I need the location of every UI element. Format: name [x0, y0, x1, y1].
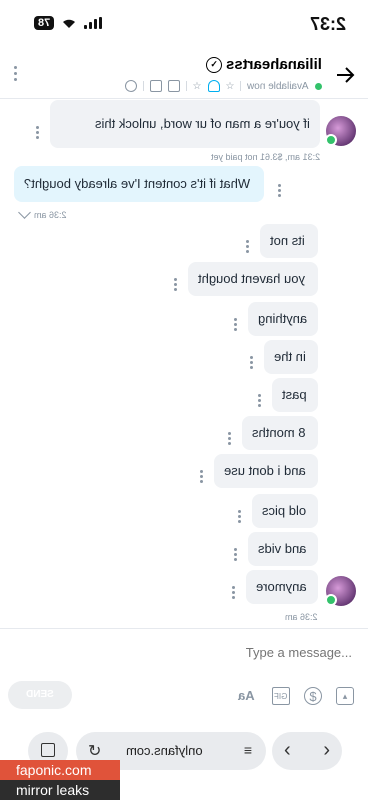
message-list: if you're a man of ur word, unlock this …	[0, 98, 368, 628]
bell-icon[interactable]	[207, 80, 220, 92]
forward-icon[interactable]: ›	[323, 739, 330, 762]
back-arrow-icon[interactable]	[334, 64, 356, 86]
message-more-icon[interactable]	[250, 356, 253, 369]
availability-status: Available now	[247, 80, 309, 92]
header-more-icon[interactable]	[14, 66, 17, 81]
message-bubble[interactable]: its not	[260, 224, 318, 258]
message-meta: 2:36 am	[34, 210, 67, 220]
user-meta: ☆ ☆ Available now	[124, 80, 322, 92]
message-more-icon[interactable]	[234, 548, 237, 561]
message-bubble[interactable]: and vids	[248, 532, 318, 566]
watermark: faponic.com mirror leaks	[0, 760, 120, 800]
message-meta: 2:36 am	[285, 612, 318, 622]
chat-header: ✓ lilianaheartss ☆ ☆ Available now	[0, 52, 368, 99]
status-icons: 78	[34, 16, 103, 30]
send-button[interactable]: SEND	[8, 681, 72, 709]
message-bubble[interactable]: 8 months	[242, 416, 318, 450]
message-bubble[interactable]: anymore	[246, 570, 318, 604]
message-bubble[interactable]: you havent bought	[188, 262, 318, 296]
message-more-icon[interactable]	[232, 586, 235, 599]
message-bubble[interactable]: in the	[264, 340, 318, 374]
signal-icon	[84, 17, 103, 29]
nav-buttons: ‹ ›	[272, 732, 342, 770]
message-composer: SEND Aa GIF $ ▴	[0, 628, 368, 729]
back-icon[interactable]: ‹	[284, 739, 291, 762]
watermark-line-1: faponic.com	[0, 760, 120, 780]
watermark-line-2: mirror leaks	[0, 780, 120, 800]
status-time: 2:37	[309, 14, 346, 34]
chevron-down-icon[interactable]	[18, 206, 31, 219]
message-more-icon[interactable]	[36, 126, 39, 139]
user-name[interactable]: ✓ lilianaheartss	[206, 56, 322, 73]
message-meta: 2:31 am, $3.61 not paid yet	[210, 152, 320, 162]
avatar[interactable]	[325, 576, 356, 606]
battery-level: 78	[38, 17, 51, 29]
image-icon[interactable]: ▴	[336, 687, 354, 705]
message-bubble[interactable]: What if it's content I've already bought…	[14, 166, 264, 202]
url-text: onlyfans.com	[126, 743, 203, 758]
gif-icon[interactable]: GIF	[272, 687, 290, 705]
text-format-icon[interactable]: Aa	[238, 687, 255, 703]
status-bar: 78 2:37	[0, 0, 368, 52]
pin-icon[interactable]: ☆	[193, 81, 202, 92]
username-label: lilianaheartss	[226, 56, 322, 73]
tag-icon[interactable]	[149, 80, 162, 92]
message-more-icon[interactable]	[234, 318, 237, 331]
page-menu-icon[interactable]: ≡	[244, 742, 252, 758]
search-icon[interactable]	[124, 80, 137, 92]
message-bubble[interactable]: past	[272, 378, 318, 412]
message-input[interactable]	[50, 639, 354, 665]
message-more-icon[interactable]	[258, 394, 261, 407]
wifi-icon	[63, 19, 76, 28]
verified-icon: ✓	[206, 56, 223, 73]
image-icon[interactable]	[167, 80, 180, 92]
avatar[interactable]	[325, 116, 356, 146]
star-icon[interactable]: ☆	[226, 81, 235, 92]
message-more-icon[interactable]	[238, 510, 241, 523]
message-more-icon[interactable]	[228, 432, 231, 445]
message-more-icon[interactable]	[246, 240, 249, 253]
reload-icon[interactable]: ↻	[88, 741, 101, 761]
message-bubble[interactable]: old pics	[252, 494, 318, 528]
message-more-icon[interactable]	[174, 278, 177, 291]
message-more-icon[interactable]	[278, 184, 281, 197]
dollar-icon[interactable]: $	[304, 687, 322, 705]
message-bubble[interactable]: anything	[248, 302, 318, 336]
message-more-icon[interactable]	[200, 470, 203, 483]
battery-icon: 78	[34, 16, 55, 30]
message-bubble[interactable]: if you're a man of ur word, unlock this	[50, 100, 320, 148]
online-indicator	[315, 82, 322, 90]
message-bubble[interactable]: and i dont use	[214, 454, 318, 488]
